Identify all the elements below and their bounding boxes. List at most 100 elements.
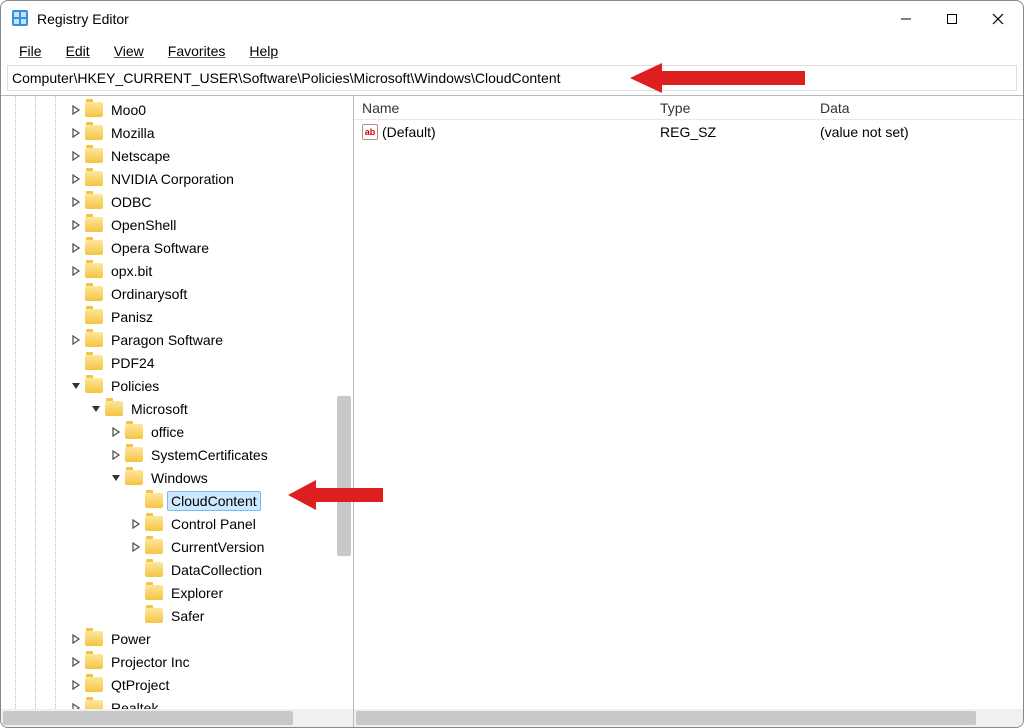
- expand-caret-icon[interactable]: [129, 609, 143, 623]
- expand-caret-icon[interactable]: [109, 425, 123, 439]
- tree-node-label[interactable]: Ordinarysoft: [107, 284, 191, 304]
- tree-node[interactable]: Realtek: [1, 696, 353, 709]
- values-horizontal-scrollbar[interactable]: [354, 709, 1023, 727]
- titlebar[interactable]: Registry Editor: [1, 1, 1023, 37]
- column-data[interactable]: Data: [820, 100, 1023, 116]
- expand-caret-icon[interactable]: [109, 471, 123, 485]
- tree-pane[interactable]: Moo0 Mozilla Netscape NVIDIA Corporation ODB…: [1, 96, 354, 727]
- tree-node[interactable]: Moo0: [1, 98, 353, 121]
- tree-node[interactable]: PDF24: [1, 351, 353, 374]
- expand-caret-icon[interactable]: [69, 356, 83, 370]
- expand-caret-icon[interactable]: [129, 563, 143, 577]
- expand-caret-icon[interactable]: [129, 586, 143, 600]
- tree-node-label[interactable]: OpenShell: [107, 215, 180, 235]
- expand-caret-icon[interactable]: [69, 264, 83, 278]
- expand-caret-icon[interactable]: [69, 241, 83, 255]
- menu-help[interactable]: Help: [237, 39, 290, 63]
- tree-node-label[interactable]: Control Panel: [167, 514, 260, 534]
- expand-caret-icon[interactable]: [69, 310, 83, 324]
- tree-node-label[interactable]: Realtek: [107, 698, 162, 710]
- expand-caret-icon[interactable]: [69, 172, 83, 186]
- tree-node[interactable]: NVIDIA Corporation: [1, 167, 353, 190]
- expand-caret-icon[interactable]: [89, 402, 103, 416]
- tree-node[interactable]: opx.bit: [1, 259, 353, 282]
- values-pane[interactable]: Name Type Data ab(Default)REG_SZ(value n…: [354, 96, 1023, 727]
- tree-node[interactable]: OpenShell: [1, 213, 353, 236]
- values-header[interactable]: Name Type Data: [354, 96, 1023, 120]
- tree-node-label[interactable]: Panisz: [107, 307, 157, 327]
- column-name[interactable]: Name: [362, 100, 660, 116]
- tree-node[interactable]: Ordinarysoft: [1, 282, 353, 305]
- address-bar[interactable]: Computer\HKEY_CURRENT_USER\Software\Poli…: [7, 65, 1017, 91]
- minimize-button[interactable]: [883, 1, 929, 37]
- maximize-button[interactable]: [929, 1, 975, 37]
- tree-node[interactable]: DataCollection: [1, 558, 353, 581]
- tree-node-label[interactable]: Mozilla: [107, 123, 159, 143]
- tree-horizontal-scrollbar[interactable]: [1, 709, 353, 727]
- menu-view[interactable]: View: [102, 39, 156, 63]
- tree-node[interactable]: Opera Software: [1, 236, 353, 259]
- tree-node-label[interactable]: Netscape: [107, 146, 174, 166]
- tree-node-label[interactable]: Moo0: [107, 100, 150, 120]
- expand-caret-icon[interactable]: [69, 701, 83, 710]
- expand-caret-icon[interactable]: [109, 448, 123, 462]
- expand-caret-icon[interactable]: [69, 149, 83, 163]
- tree-node[interactable]: CurrentVersion: [1, 535, 353, 558]
- tree-node-label[interactable]: ODBC: [107, 192, 155, 212]
- expand-caret-icon[interactable]: [69, 379, 83, 393]
- column-type[interactable]: Type: [660, 100, 820, 116]
- tree-node-label[interactable]: Paragon Software: [107, 330, 227, 350]
- tree-node[interactable]: ODBC: [1, 190, 353, 213]
- expand-caret-icon[interactable]: [69, 333, 83, 347]
- tree-node[interactable]: Microsoft: [1, 397, 353, 420]
- tree-node-label[interactable]: QtProject: [107, 675, 173, 695]
- tree-node-label[interactable]: Explorer: [167, 583, 227, 603]
- tree-node-label[interactable]: Power: [107, 629, 155, 649]
- tree-node-label[interactable]: Microsoft: [127, 399, 192, 419]
- expand-caret-icon[interactable]: [129, 517, 143, 531]
- tree-node-label[interactable]: NVIDIA Corporation: [107, 169, 238, 189]
- tree-node[interactable]: Projector Inc: [1, 650, 353, 673]
- expand-caret-icon[interactable]: [69, 218, 83, 232]
- expand-caret-icon[interactable]: [69, 632, 83, 646]
- tree-node[interactable]: office: [1, 420, 353, 443]
- tree-node[interactable]: Power: [1, 627, 353, 650]
- tree-node-label[interactable]: opx.bit: [107, 261, 156, 281]
- tree-node[interactable]: Policies: [1, 374, 353, 397]
- tree-node[interactable]: Panisz: [1, 305, 353, 328]
- tree-node-label[interactable]: CloudContent: [167, 491, 261, 511]
- expand-caret-icon[interactable]: [69, 287, 83, 301]
- tree-node-label[interactable]: SystemCertificates: [147, 445, 272, 465]
- expand-caret-icon[interactable]: [69, 195, 83, 209]
- menu-favorites[interactable]: Favorites: [156, 39, 238, 63]
- expand-caret-icon[interactable]: [129, 540, 143, 554]
- close-button[interactable]: [975, 1, 1021, 37]
- tree-node-label[interactable]: DataCollection: [167, 560, 266, 580]
- expand-caret-icon[interactable]: [69, 655, 83, 669]
- tree-node-label[interactable]: PDF24: [107, 353, 159, 373]
- expand-caret-icon[interactable]: [69, 103, 83, 117]
- tree-node-label[interactable]: CurrentVersion: [167, 537, 268, 557]
- tree-node-label[interactable]: office: [147, 422, 188, 442]
- menu-file[interactable]: File: [7, 39, 54, 63]
- tree-node[interactable]: Paragon Software: [1, 328, 353, 351]
- folder-icon: [85, 332, 103, 347]
- tree-vertical-scrollbar[interactable]: [337, 396, 351, 556]
- expand-caret-icon[interactable]: [69, 678, 83, 692]
- tree-node-label[interactable]: Opera Software: [107, 238, 213, 258]
- tree-node-label[interactable]: Projector Inc: [107, 652, 194, 672]
- menu-edit[interactable]: Edit: [54, 39, 102, 63]
- tree-node[interactable]: Explorer: [1, 581, 353, 604]
- expand-caret-icon[interactable]: [129, 494, 143, 508]
- tree-node[interactable]: SystemCertificates: [1, 443, 353, 466]
- tree-node[interactable]: QtProject: [1, 673, 353, 696]
- tree-node[interactable]: Safer: [1, 604, 353, 627]
- tree-node-label[interactable]: Windows: [147, 468, 212, 488]
- tree-node[interactable]: Mozilla: [1, 121, 353, 144]
- tree-node[interactable]: Control Panel: [1, 512, 353, 535]
- tree-node-label[interactable]: Safer: [167, 606, 208, 626]
- expand-caret-icon[interactable]: [69, 126, 83, 140]
- value-row[interactable]: ab(Default)REG_SZ(value not set): [354, 120, 1023, 144]
- tree-node-label[interactable]: Policies: [107, 376, 163, 396]
- tree-node[interactable]: Netscape: [1, 144, 353, 167]
